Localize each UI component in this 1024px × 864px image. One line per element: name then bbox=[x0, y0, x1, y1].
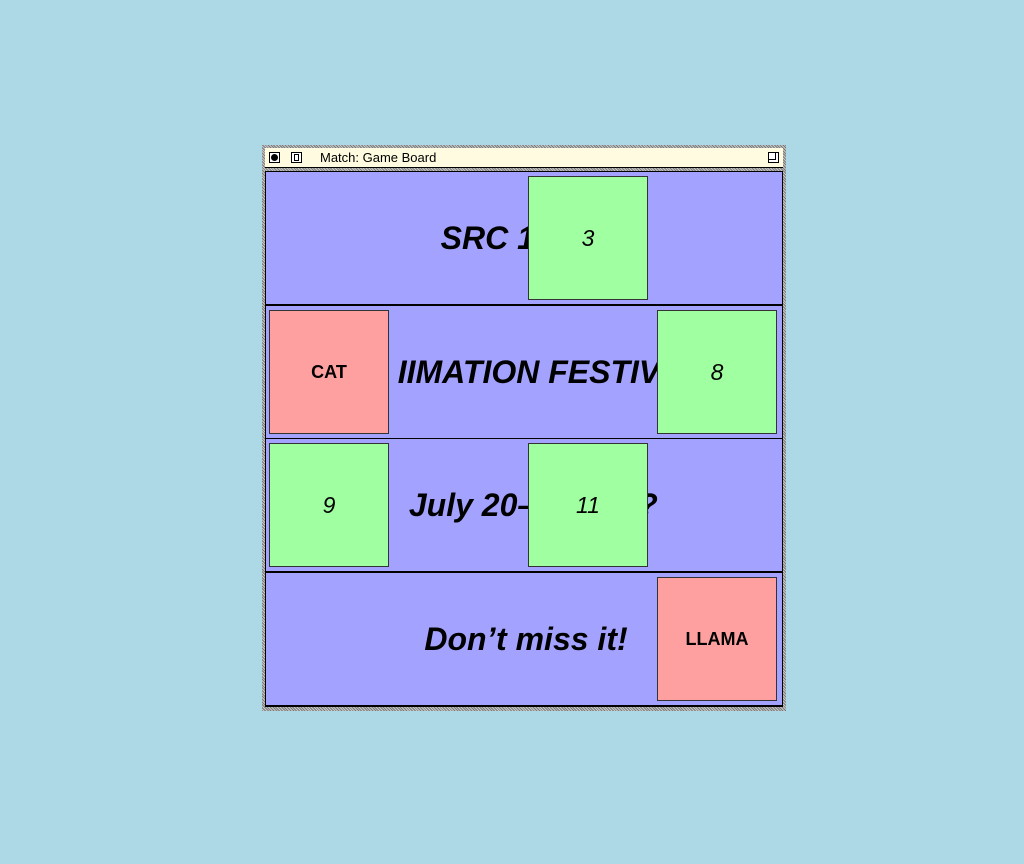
tile-3[interactable]: 3 bbox=[528, 176, 648, 300]
board-row-2: IIMATION FESTIV CAT 8 bbox=[266, 306, 782, 438]
tile-9[interactable]: 9 bbox=[269, 443, 389, 567]
row-banner-text: SRC 1st bbox=[440, 220, 564, 256]
resize-box-icon[interactable] bbox=[768, 152, 779, 163]
board-row-3: July 20– ? 9 11 bbox=[266, 439, 782, 571]
close-box-icon[interactable] bbox=[269, 152, 280, 163]
window-titlebar[interactable]: Match: Game Board bbox=[265, 148, 783, 168]
game-board-window: Match: Game Board SRC 1st 3 IIMATION FES… bbox=[262, 145, 786, 711]
tile-11[interactable]: 11 bbox=[528, 443, 648, 567]
window-title: Match: Game Board bbox=[320, 150, 437, 165]
tile-8[interactable]: 8 bbox=[657, 310, 777, 434]
game-board: SRC 1st 3 IIMATION FESTIV CAT 8 July 20–… bbox=[265, 171, 783, 707]
tile-cat[interactable]: CAT bbox=[269, 310, 389, 434]
window-menu-icon[interactable] bbox=[291, 152, 302, 163]
board-row-1: SRC 1st 3 bbox=[266, 172, 782, 304]
tile-llama[interactable]: LLAMA bbox=[657, 577, 777, 701]
board-row-4: Don’t miss it! LLAMA bbox=[266, 573, 782, 705]
